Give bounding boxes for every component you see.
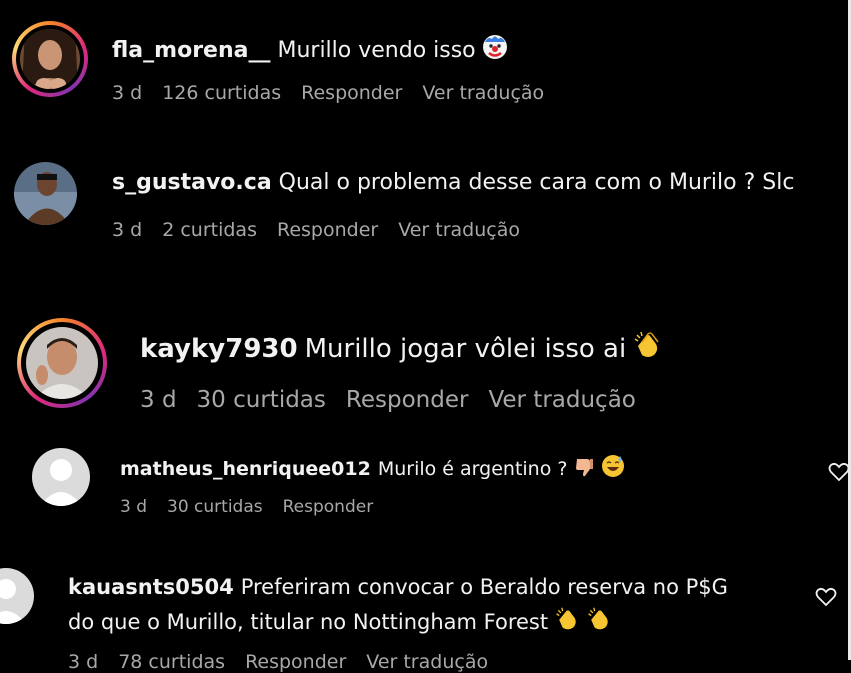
like-count[interactable]: 30 curtidas (167, 497, 263, 517)
avatar[interactable] (0, 568, 34, 624)
clapping-hands-icon (632, 330, 662, 367)
reply-button[interactable]: Responder (283, 497, 374, 517)
reply-button[interactable]: Responder (301, 82, 402, 104)
clapping-hands-icon (554, 606, 580, 637)
like-count[interactable]: 2 curtidas (162, 219, 257, 241)
clapping-hands-icon (586, 606, 612, 637)
reply-button[interactable]: Responder (245, 651, 346, 673)
comment-username[interactable]: s_gustavo.ca (112, 170, 272, 195)
clown-face-icon (482, 34, 508, 66)
avatar[interactable] (26, 327, 98, 399)
translate-button[interactable]: Ver tradução (366, 651, 488, 673)
avatar[interactable] (32, 448, 90, 506)
comment-username[interactable]: kauasnts0504 (68, 575, 234, 599)
comment-text: Murilo é argentino ? (377, 458, 568, 480)
reply-button[interactable]: Responder (346, 387, 469, 413)
comment-text: Murillo jogar vôlei isso ai (304, 334, 627, 364)
comment-text: Qual o problema desse cara com o Murilo … (278, 170, 795, 195)
comment-text: Preferiram convocar o Beraldo reserva no… (240, 575, 728, 599)
translate-button[interactable]: Ver tradução (398, 219, 520, 241)
comment-username[interactable]: kayky7930 (140, 334, 298, 364)
avatar[interactable] (20, 29, 80, 89)
reply-button[interactable]: Responder (277, 219, 378, 241)
comment-username[interactable]: fla_morena__ (112, 38, 270, 63)
heart-icon[interactable] (828, 462, 850, 486)
comment-age: 3 d (112, 219, 143, 241)
translate-button[interactable]: Ver tradução (488, 387, 635, 413)
comment-age: 3 d (112, 82, 143, 104)
like-count[interactable]: 78 curtidas (118, 651, 225, 673)
comment-age: 3 d (68, 651, 99, 673)
like-count[interactable]: 30 curtidas (197, 387, 326, 413)
translate-button[interactable]: Ver tradução (422, 82, 544, 104)
comment-username[interactable]: matheus_henriquee012 (120, 458, 371, 480)
thumbs-down-icon (573, 456, 595, 483)
comment-text-continued: do que o Murillo, titular no Nottingham … (68, 610, 549, 634)
comment-age: 3 d (140, 387, 177, 413)
like-count[interactable]: 126 curtidas (162, 82, 281, 104)
grinning-sweat-icon (601, 454, 625, 483)
comment-text: Murillo vendo isso (277, 38, 476, 63)
comment-age: 3 d (120, 497, 148, 517)
avatar[interactable] (14, 162, 77, 225)
heart-icon[interactable] (815, 587, 837, 611)
